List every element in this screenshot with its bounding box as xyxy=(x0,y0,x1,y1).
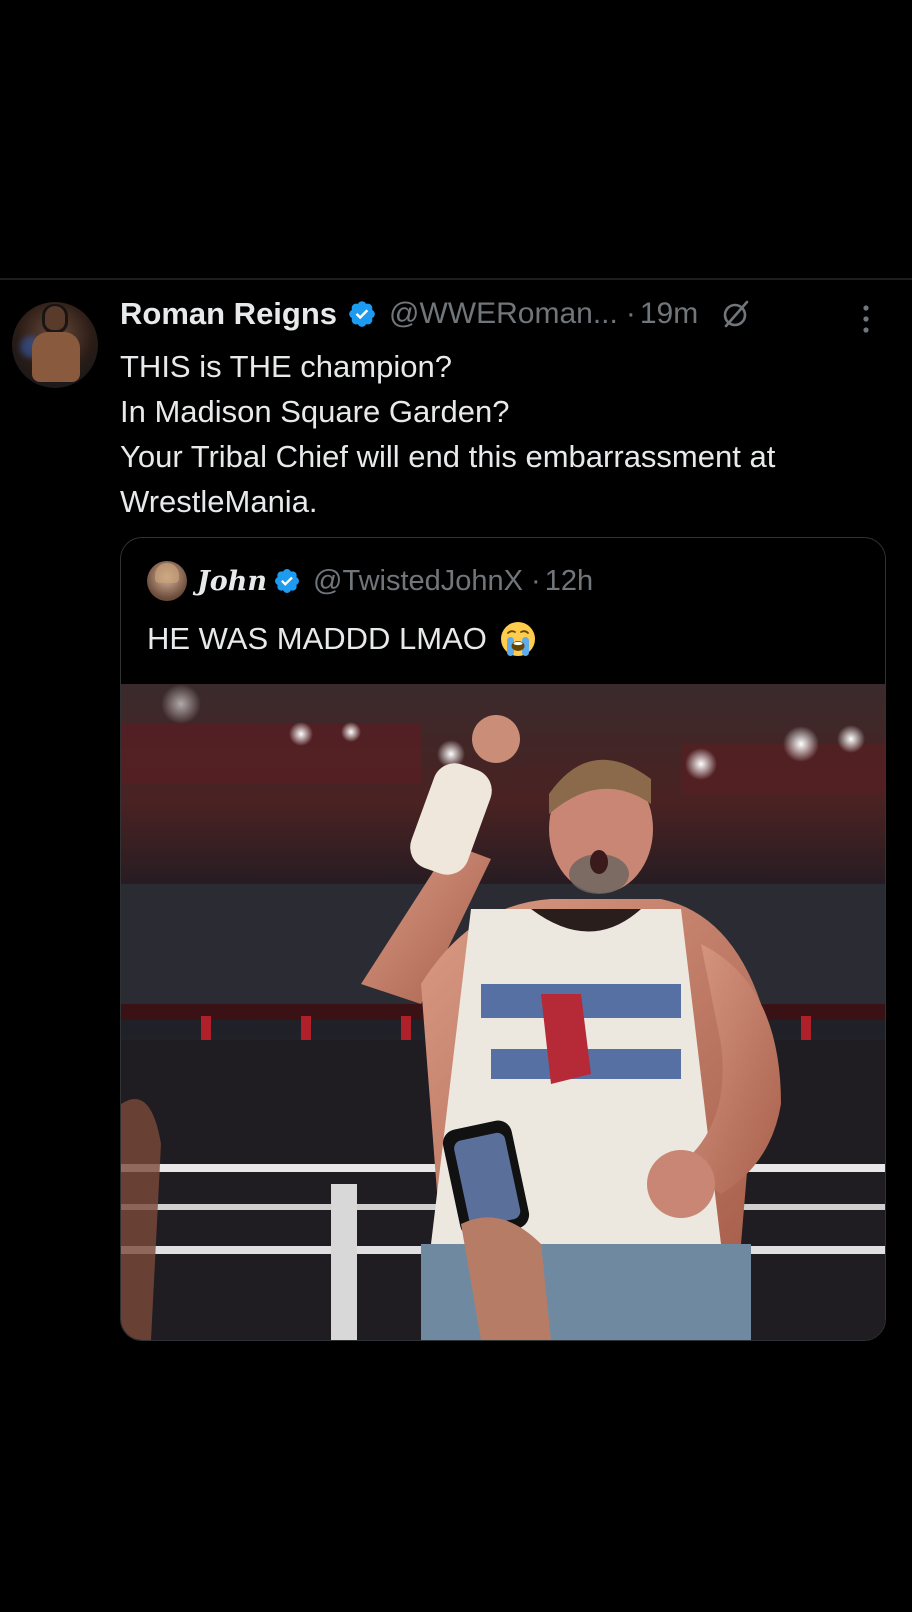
separator-dot: · xyxy=(531,564,541,597)
separator-dot: · xyxy=(625,297,636,330)
quoted-media-image[interactable] xyxy=(121,684,885,1340)
wrestler-photo xyxy=(121,684,885,1340)
verified-badge-icon xyxy=(349,301,375,327)
tweet-header: Roman Reigns @WWERoman... · 19m xyxy=(120,292,752,336)
author-avatar[interactable] xyxy=(12,302,98,388)
tweet-text: THIS is THE champion? In Madison Square … xyxy=(120,344,900,524)
quoted-author-avatar[interactable] xyxy=(147,561,187,601)
top-divider xyxy=(0,278,912,280)
tweet-line: In Madison Square Garden? xyxy=(120,394,510,429)
tweet-time[interactable]: 19m xyxy=(640,297,698,331)
quoted-tweet-text: HE WAS MADDD LMAO xyxy=(147,620,537,658)
quoted-author-handle[interactable]: @TwistedJohnX xyxy=(313,565,523,598)
quoted-tweet-header: John @TwistedJohnX · 12h xyxy=(147,560,593,602)
author-handle[interactable]: @WWERoman... xyxy=(389,297,618,331)
loudly-crying-face-icon xyxy=(500,622,535,656)
quoted-text-content: HE WAS MADDD LMAO xyxy=(147,621,487,656)
grok-icon[interactable] xyxy=(720,298,752,330)
tweet-line: THIS is THE champion? xyxy=(120,349,452,384)
quoted-tweet-card[interactable]: John @TwistedJohnX · 12h HE WAS MADDD LM… xyxy=(120,537,886,1341)
more-options-icon[interactable] xyxy=(856,302,876,336)
tweet-line: WrestleMania. xyxy=(120,484,318,519)
author-name[interactable]: Roman Reigns xyxy=(120,296,337,332)
quoted-tweet-time[interactable]: 12h xyxy=(545,565,593,598)
tweet-line: Your Tribal Chief will end this embarras… xyxy=(120,439,776,474)
quoted-author-name[interactable]: John xyxy=(197,566,267,597)
verified-badge-icon xyxy=(275,569,300,593)
